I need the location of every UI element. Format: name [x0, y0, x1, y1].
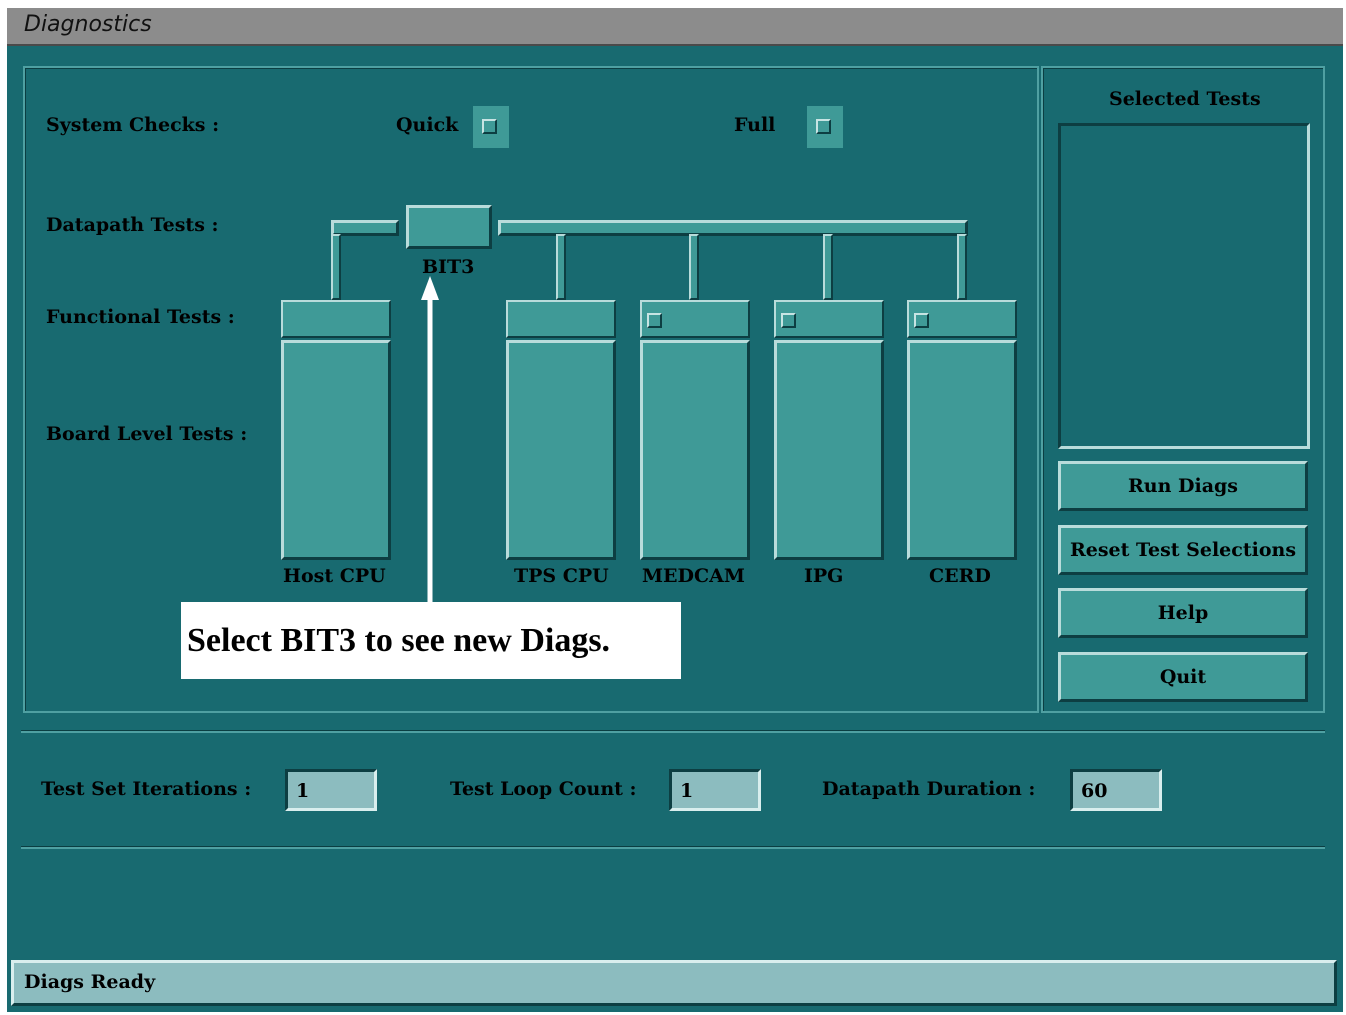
quit-button[interactable]: Quit: [1058, 652, 1308, 702]
bus-drop-host-cpu: [331, 234, 341, 300]
ipg-checkbox[interactable]: [781, 313, 796, 328]
board-ipg: [774, 300, 884, 562]
system-checks-label: System Checks :: [46, 114, 220, 136]
board-test-cerd[interactable]: [907, 340, 1017, 560]
status-bar: Diags Ready: [11, 960, 1337, 1006]
bit3-label: BIT3: [422, 256, 475, 278]
separator-bottom: [21, 846, 1325, 849]
board-tps-cpu: [506, 300, 616, 562]
reset-test-selections-button[interactable]: Reset Test Selections: [1058, 525, 1308, 575]
board-cerd: [907, 300, 1017, 562]
full-checkbox-box[interactable]: [816, 119, 831, 134]
bus-drop-tps-cpu: [556, 234, 566, 300]
board-test-ipg[interactable]: [774, 340, 884, 560]
functional-test-host-cpu[interactable]: [281, 300, 391, 338]
board-test-tps-cpu[interactable]: [506, 340, 616, 560]
cerd-checkbox[interactable]: [914, 313, 929, 328]
separator-top: [21, 730, 1325, 733]
help-button[interactable]: Help: [1058, 588, 1308, 638]
quick-checkbox-box[interactable]: [482, 119, 497, 134]
datapath-duration-label: Datapath Duration :: [822, 778, 1036, 800]
functional-test-tps-cpu[interactable]: [506, 300, 616, 338]
test-set-iterations-label: Test Set Iterations :: [41, 778, 252, 800]
quick-checkbox[interactable]: [473, 106, 509, 148]
board-label-tps-cpu: TPS CPU: [514, 565, 609, 587]
quick-label: Quick: [396, 114, 459, 136]
full-checkbox[interactable]: [807, 106, 843, 148]
datapath-duration-field[interactable]: 60: [1070, 769, 1162, 811]
functional-test-cerd[interactable]: [907, 300, 1017, 338]
board-label-medcam: MEDCAM: [642, 565, 745, 587]
board-label-host-cpu: Host CPU: [283, 565, 386, 587]
callout-box: Select BIT3 to see new Diags.: [181, 602, 681, 679]
callout-arrow: [421, 276, 439, 606]
selected-tests-title: Selected Tests: [1109, 88, 1261, 110]
board-test-host-cpu[interactable]: [281, 340, 391, 560]
test-set-iterations-field[interactable]: 1: [285, 769, 377, 811]
bit3-button[interactable]: [406, 205, 492, 249]
functional-tests-label: Functional Tests :: [46, 306, 235, 328]
bus-drop-ipg: [823, 234, 833, 300]
medcam-checkbox[interactable]: [647, 313, 662, 328]
datapath-bus-left: [331, 220, 399, 236]
selected-tests-list[interactable]: [1058, 123, 1310, 449]
datapath-bus-right: [498, 220, 968, 236]
test-loop-count-label: Test Loop Count :: [450, 778, 637, 800]
diagnostics-window: Diagnostics System Checks : Datapath Tes…: [7, 8, 1343, 1012]
board-host-cpu: [281, 300, 391, 562]
full-label: Full: [734, 114, 776, 136]
title-bar: Diagnostics: [7, 8, 1343, 46]
datapath-tests-label: Datapath Tests :: [46, 214, 219, 236]
board-label-cerd: CERD: [929, 565, 991, 587]
functional-test-medcam[interactable]: [640, 300, 750, 338]
board-level-tests-label: Board Level Tests :: [46, 423, 248, 445]
board-test-medcam[interactable]: [640, 340, 750, 560]
run-diags-button[interactable]: Run Diags: [1058, 461, 1308, 511]
functional-test-ipg[interactable]: [774, 300, 884, 338]
board-medcam: [640, 300, 750, 562]
bus-drop-medcam: [689, 234, 699, 300]
test-loop-count-field[interactable]: 1: [669, 769, 761, 811]
window-title: Diagnostics: [24, 12, 152, 37]
bus-drop-cerd: [957, 234, 967, 300]
board-label-ipg: IPG: [804, 565, 844, 587]
